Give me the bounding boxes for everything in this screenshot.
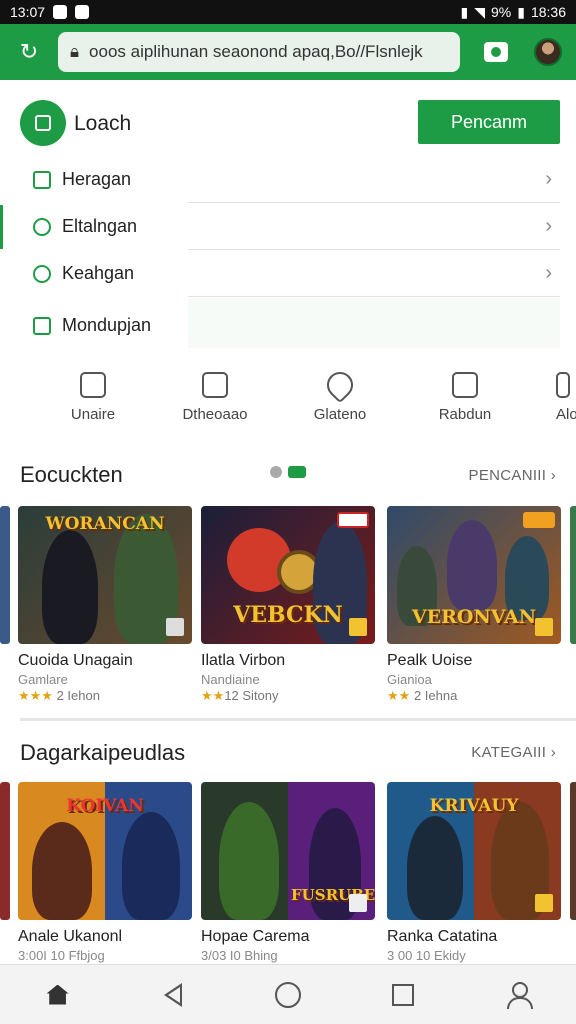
battery-level: 9% (491, 4, 512, 20)
home-icon[interactable] (45, 982, 71, 1008)
search-icon (33, 217, 51, 236)
game-genre: Gianioa (387, 672, 432, 687)
bottom-nav (0, 964, 576, 1024)
star-icon: ★★ (387, 688, 411, 703)
primary-button[interactable]: Pencanm (418, 100, 560, 144)
notification-icon (53, 5, 68, 19)
back-icon[interactable] (160, 982, 186, 1008)
app-logo-icon (20, 100, 66, 146)
chevron-right-icon: › (545, 262, 552, 284)
game-cover: VEBCKN (201, 506, 375, 644)
panel-title: Loach (74, 112, 132, 135)
game-card[interactable]: VEBCKN Ilatla Virbon Nandiaine ★★12 Sito… (201, 506, 375, 704)
game-card[interactable]: KOIVAN Anale Ukanonl 3:00I 10 Ffbjog (18, 782, 192, 963)
game-name: Ilatla Virbon (201, 652, 286, 669)
game-card[interactable]: WORANCAN Cuoida Unagain Gamlare ★★★ 2 Ie… (18, 506, 192, 704)
notification-icon (75, 5, 90, 19)
carousel-dots (270, 466, 306, 478)
game-rating: ★★★ 2 Iehon (18, 688, 100, 703)
game-name: Anale Ukanonl (18, 928, 123, 945)
battery-icon: ▮ (517, 3, 525, 20)
wifi-icon: ◥ (474, 3, 485, 20)
category-item[interactable]: Rabdun (410, 368, 520, 423)
menu-item-label: Eltalngan (62, 216, 138, 236)
status-time-right: 18:36 (530, 4, 566, 20)
section-title: Eocuckten (20, 462, 123, 487)
divider (20, 718, 576, 721)
game-genre: Gamlare (18, 672, 68, 687)
game-meta: 3:00I 10 Ffbjog (18, 948, 105, 963)
game-cover: WORANCAN (18, 506, 192, 644)
category-label: Dtheoaao (182, 406, 248, 423)
camera-icon[interactable] (484, 42, 508, 62)
clock-icon (33, 264, 51, 283)
profile-icon[interactable] (505, 981, 534, 1009)
game-rating: ★★12 Sitony (201, 688, 279, 703)
category-label: Alo (556, 406, 576, 423)
frame-icon (202, 372, 228, 398)
tools-icon (80, 372, 106, 398)
chevron-right-icon: › (545, 215, 552, 237)
game-meta: 3/03 I0 Bhing (201, 948, 278, 963)
game-rating: ★★ 2 Iehna (387, 688, 458, 703)
category-label: Glateno (313, 406, 367, 423)
refresh-icon[interactable]: ↻ (14, 37, 44, 67)
menu-item[interactable]: Eltalngan › (0, 203, 576, 250)
game-cover: KOIVAN (18, 782, 192, 920)
circle-icon[interactable] (274, 981, 301, 1008)
signal-icon: ▮ (460, 3, 469, 20)
menu-item-label: Keahgan (62, 263, 135, 283)
menu-item[interactable]: Heragan › (0, 156, 576, 203)
game-genre: Nandiaine (201, 672, 260, 687)
game-cover: KRIVAUY (387, 782, 561, 920)
category-item[interactable]: Glateno (285, 366, 395, 423)
category-label: Rabdun (438, 406, 492, 423)
game-card[interactable]: KRIVAUY Ranka Catatina 3 00 10 Ekidy (387, 782, 561, 963)
star-icon: ★★★ (18, 688, 53, 703)
square-icon[interactable] (390, 982, 416, 1008)
game-cover: FUSRUBE (201, 782, 375, 920)
selection-indicator (0, 205, 3, 249)
game-name: Hopae Carema (201, 928, 310, 945)
square-icon (33, 170, 51, 189)
star-icon: ★★ (201, 688, 225, 703)
game-cover: VERONVAN (387, 506, 561, 644)
section-title: Dagarkaipeudlas (20, 740, 186, 765)
game-name: Ranka Catatina (387, 928, 498, 945)
game-name: Cuoida Unagain (18, 652, 133, 669)
menu-item-label: Heragan (62, 169, 132, 189)
game-card[interactable]: FUSRUBE Hopae Carema 3/03 I0 Bhing (201, 782, 375, 963)
board-icon (452, 372, 478, 398)
menu-item-label: Mondupjan (62, 315, 152, 335)
chevron-right-icon: › (550, 744, 556, 761)
section-link[interactable]: KATEGAIII › (471, 744, 556, 761)
category-row: Unaire Dtheoaao Glateno Rabdun Alo (0, 366, 576, 438)
url-bar[interactable]: 🔒︎ ooos aiplihunan seaonond apaq,Bo//Fls… (58, 32, 460, 72)
menu-item[interactable]: Keahgan › (0, 250, 576, 297)
image-icon (33, 316, 51, 335)
url-text: ooos aiplihunan seaonond apaq,Bo//Flsnle… (89, 42, 423, 61)
avatar[interactable] (534, 38, 562, 66)
game-meta: 3 00 10 Ekidy (387, 948, 466, 963)
status-bar: 13:07 ▮ ◥ 9% ▮ 18:36 (0, 0, 576, 24)
category-item[interactable]: Unaire (38, 368, 148, 423)
game-card[interactable]: VERONVAN Pealk Uoise Gianioa ★★ 2 Iehna (387, 506, 561, 704)
app-bar: ↻ 🔒︎ ooos aiplihunan seaonond apaq,Bo//F… (0, 24, 576, 80)
section-link[interactable]: PENCANIII › (469, 467, 556, 484)
pin-icon (321, 366, 359, 404)
category-item[interactable]: Dtheoaao (160, 368, 270, 423)
person-icon (556, 372, 570, 398)
chevron-right-icon: › (550, 467, 556, 484)
lock-icon: 🔒︎ (70, 42, 80, 61)
category-label: Unaire (70, 406, 116, 423)
status-time-left: 13:07 (10, 4, 46, 20)
chevron-right-icon: › (545, 168, 552, 190)
category-item[interactable]: Alo (520, 368, 576, 423)
game-name: Pealk Uoise (387, 652, 473, 669)
